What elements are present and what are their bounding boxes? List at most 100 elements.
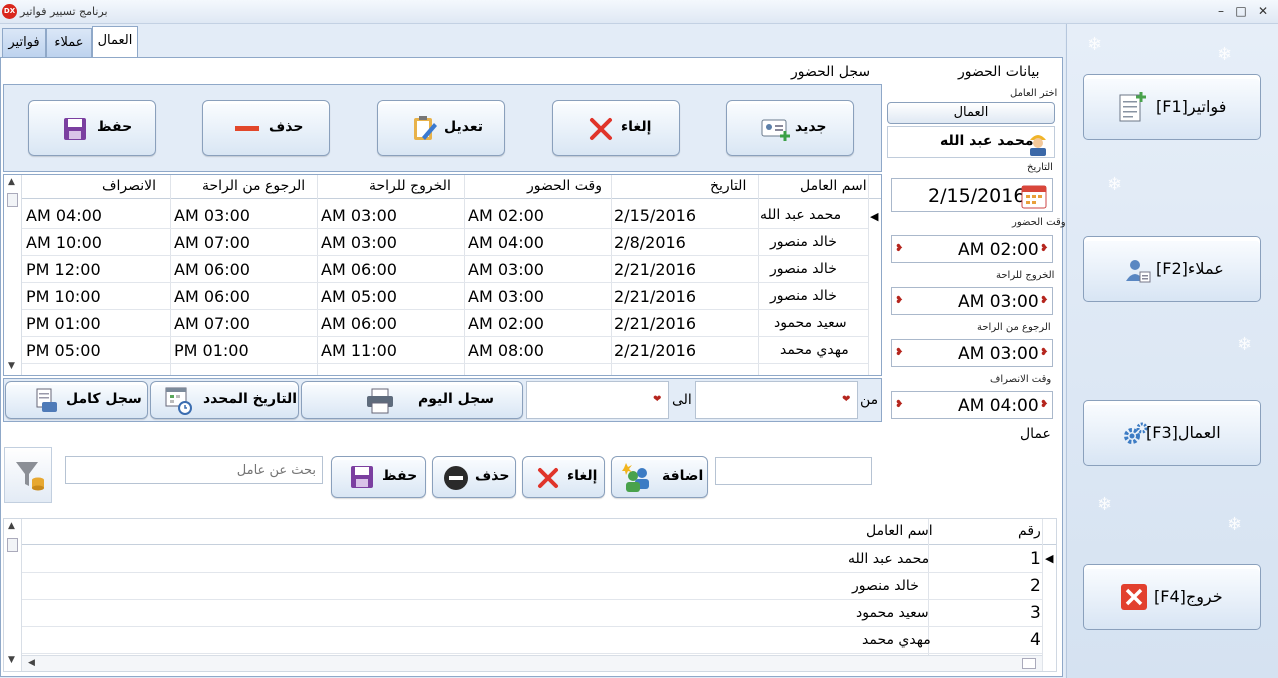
cell-worker-name: مهدي محمد xyxy=(780,342,849,358)
minimize-button[interactable]: – xyxy=(1212,3,1230,19)
date-picker[interactable]: 2/15/2016 xyxy=(891,178,1053,212)
list-item[interactable]: 2 خالد منصور xyxy=(22,573,1042,600)
break-out-field[interactable]: ❥ AM 03:00 ❥ xyxy=(891,287,1053,315)
list-item[interactable]: 1 محمد عبد الله xyxy=(22,546,1042,573)
gears-icon xyxy=(1124,422,1148,444)
spin-right-icon[interactable]: ❥ xyxy=(1040,295,1048,306)
from-date-dropdown[interactable]: ❤ xyxy=(695,381,858,419)
cell-break-in: AM 06:00 xyxy=(174,260,250,279)
workers-add-button[interactable]: اضافة xyxy=(611,456,708,498)
cell-worker-name: سعيد محمود xyxy=(774,315,847,331)
full-log-button[interactable]: سجل كامل xyxy=(5,381,148,419)
workers-menu-button[interactable]: [F3]العمال xyxy=(1083,400,1261,466)
arrive-time-field[interactable]: ❥ AM 02:00 ❥ xyxy=(891,235,1053,263)
worker-id-input[interactable] xyxy=(715,457,872,485)
scroll-thumb[interactable] xyxy=(1022,658,1036,669)
workers-grid-hscrollbar[interactable]: ◀ xyxy=(22,655,1042,671)
workers-grid-scrollbar[interactable]: ▲ ▼ xyxy=(4,519,22,671)
cell-worker-name: محمد عبد الله xyxy=(848,551,930,567)
attendance-new-button[interactable]: جديد xyxy=(726,100,854,156)
app-icon: DX xyxy=(2,4,17,19)
attendance-grid-header: اسم العامل التاريخ وقت الحضور الخروج للر… xyxy=(22,175,881,199)
break-out-value: AM 03:00 xyxy=(958,292,1039,312)
cell-break-in: AM 07:00 xyxy=(174,314,250,333)
list-item[interactable]: 4 مهدي محمد xyxy=(22,627,1042,654)
col-id: رقم xyxy=(1018,523,1041,539)
leave-time-field[interactable]: ❥ AM 04:00 ❥ xyxy=(891,391,1053,419)
selected-date-button[interactable]: التاريخ المحدد xyxy=(150,381,299,419)
spin-right-icon[interactable]: ❥ xyxy=(1040,347,1048,358)
spin-right-icon[interactable]: ❥ xyxy=(1040,243,1048,254)
break-in-label: الرجوع من الراحة xyxy=(977,322,1051,333)
attendance-grid-scrollbar[interactable]: ▲ ▼ xyxy=(4,175,22,375)
scroll-thumb[interactable] xyxy=(7,193,18,207)
cell-id: 3 xyxy=(1030,603,1041,623)
scroll-thumb[interactable] xyxy=(7,538,18,552)
workers-select-button[interactable]: العمال xyxy=(887,102,1055,124)
title-bar: DX برنامج تسيير فواتير – □ ✕ xyxy=(0,0,1278,24)
grid-separator xyxy=(868,175,869,375)
break-in-value: AM 03:00 xyxy=(958,344,1039,364)
cell-break-out: AM 11:00 xyxy=(321,341,397,360)
invoices-menu-button[interactable]: [F1]فواتير xyxy=(1083,74,1261,140)
attendance-grid: ▲ ▼ اسم العامل التاريخ وقت الحضور الخروج… xyxy=(3,174,882,376)
maximize-button[interactable]: □ xyxy=(1232,3,1250,19)
close-button[interactable]: ✕ xyxy=(1254,3,1272,19)
table-row[interactable]: محمد عبد الله 2/15/2016 AM 02:00 AM 03:0… xyxy=(22,202,868,229)
snowflake-icon: ❄ xyxy=(1107,174,1123,195)
cell-date: 2/15/2016 xyxy=(614,206,697,225)
cell-break-out: AM 03:00 xyxy=(321,233,397,252)
snowflake-icon: ❄ xyxy=(1217,44,1233,65)
exit-x-icon xyxy=(1121,584,1147,610)
filter-button[interactable] xyxy=(4,447,52,503)
workers-delete-button[interactable]: حذف xyxy=(432,456,516,498)
worker-search-input[interactable] xyxy=(65,456,323,484)
cell-arrive: AM 02:00 xyxy=(468,206,544,225)
tab-invoices[interactable]: فواتير xyxy=(2,28,46,58)
invoices-menu-label: [F1]فواتير xyxy=(1156,97,1227,116)
table-row[interactable]: خالد منصور 2/8/2016 AM 04:00 AM 03:00 AM… xyxy=(22,229,868,256)
table-row[interactable]: مهدي محمد 2/21/2016 AM 08:00 AM 11:00 PM… xyxy=(22,337,868,364)
calendar-clock-icon xyxy=(165,387,192,415)
cell-id: 1 xyxy=(1030,549,1041,569)
spin-left-icon[interactable]: ❥ xyxy=(895,243,903,254)
current-row-indicator-icon: ◀ xyxy=(870,210,879,223)
attendance-new-label: جديد xyxy=(795,119,827,135)
selected-worker-field[interactable]: محمد عبد الله xyxy=(887,126,1055,158)
snowflake-icon: ❄ xyxy=(1227,514,1243,535)
document-print-icon xyxy=(36,388,57,412)
attendance-cancel-button[interactable]: إلغاء xyxy=(552,100,680,156)
exit-menu-label: [F4]خروج xyxy=(1154,587,1223,606)
tab-workers[interactable]: العمال xyxy=(92,26,138,58)
list-item[interactable]: 3 سعيد محمود xyxy=(22,600,1042,627)
attendance-delete-button[interactable]: حذف xyxy=(202,100,330,156)
spin-left-icon[interactable]: ❥ xyxy=(895,399,903,410)
col-break-in: الرجوع من الراحة xyxy=(202,178,306,194)
to-date-dropdown[interactable]: ❤ xyxy=(526,381,669,419)
cell-worker-name: خالد منصور xyxy=(770,234,837,250)
table-row[interactable]: خالد منصور 2/21/2016 AM 03:00 AM 06:00 A… xyxy=(22,256,868,283)
cell-break-out: AM 06:00 xyxy=(321,260,397,279)
workers-save-button[interactable]: حفظ xyxy=(331,456,426,498)
tab-clients[interactable]: عملاء xyxy=(46,28,92,58)
attendance-save-label: حفظ xyxy=(97,119,133,135)
today-log-button[interactable]: سجل اليوم xyxy=(301,381,523,419)
today-log-label: سجل اليوم xyxy=(418,391,495,407)
exit-menu-button[interactable]: [F4]خروج xyxy=(1083,564,1261,630)
spin-left-icon[interactable]: ❥ xyxy=(895,295,903,306)
table-row[interactable]: سعيد محمود 2/21/2016 AM 02:00 AM 06:00 A… xyxy=(22,310,868,337)
break-in-field[interactable]: ❥ AM 03:00 ❥ xyxy=(891,339,1053,367)
client-icon xyxy=(1126,260,1151,283)
workers-cancel-button[interactable]: إلغاء xyxy=(522,456,605,498)
attendance-edit-button[interactable]: تعديل xyxy=(377,100,505,156)
clients-menu-label: [F2]عملاء xyxy=(1156,259,1224,278)
cancel-x-icon xyxy=(538,468,558,488)
spin-left-icon[interactable]: ❥ xyxy=(895,347,903,358)
scroll-down-icon: ▼ xyxy=(8,361,15,371)
clients-menu-button[interactable]: [F2]عملاء xyxy=(1083,236,1261,302)
minus-circle-icon xyxy=(444,466,468,490)
spin-right-icon[interactable]: ❥ xyxy=(1040,399,1048,410)
printer-icon xyxy=(367,388,393,414)
table-row[interactable]: خالد منصور 2/21/2016 AM 03:00 AM 05:00 A… xyxy=(22,283,868,310)
attendance-save-button[interactable]: حفظ xyxy=(28,100,156,156)
